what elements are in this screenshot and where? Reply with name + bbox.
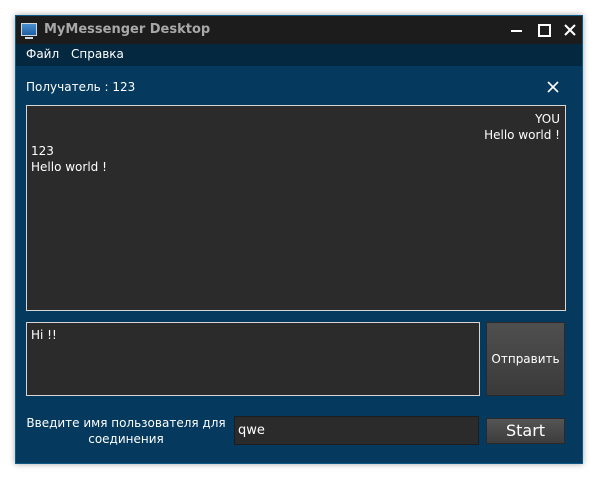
message-sender: 123 <box>31 144 54 158</box>
username-input[interactable]: qwe <box>234 416 479 445</box>
recipient-label: Получатель : 123 <box>26 80 135 94</box>
message-incoming: 123 Hello world ! <box>31 143 107 175</box>
window-title: MyMessenger Desktop <box>44 22 211 37</box>
menu-file[interactable]: Файл <box>26 47 59 61</box>
message-outgoing: YOU Hello world ! <box>484 111 560 143</box>
recipient-label-text: Получатель : <box>26 80 109 94</box>
close-chat-button[interactable] <box>544 78 562 96</box>
title-bar[interactable]: MyMessenger Desktop <box>16 16 582 44</box>
close-window-button[interactable] <box>556 16 584 44</box>
maximize-icon <box>538 24 551 37</box>
start-button[interactable]: Start <box>486 418 565 444</box>
username-label-line1: Введите имя пользователя для <box>26 416 226 430</box>
recipient-value: 123 <box>112 80 136 94</box>
minimize-icon <box>511 30 522 32</box>
chat-history[interactable]: YOU Hello world ! 123 Hello world ! <box>26 105 566 311</box>
app-monitor-icon <box>21 23 37 39</box>
close-icon <box>564 24 576 36</box>
username-label-line2: соединения <box>88 432 164 446</box>
message-sender: YOU <box>535 112 560 126</box>
send-button[interactable]: Отправить <box>486 322 565 396</box>
minimize-button[interactable] <box>502 16 530 44</box>
app-window: MyMessenger Desktop Файл Справка Получат… <box>15 15 583 464</box>
maximize-button[interactable] <box>530 16 558 44</box>
close-icon <box>547 81 559 93</box>
message-text: Hello world ! <box>484 128 560 142</box>
menu-help[interactable]: Справка <box>71 47 124 61</box>
username-label: Введите имя пользователя для соединения <box>26 415 226 447</box>
menu-bar: Файл Справка <box>16 44 582 66</box>
message-input[interactable]: Hi !! <box>26 322 480 396</box>
message-text: Hello world ! <box>31 160 107 174</box>
